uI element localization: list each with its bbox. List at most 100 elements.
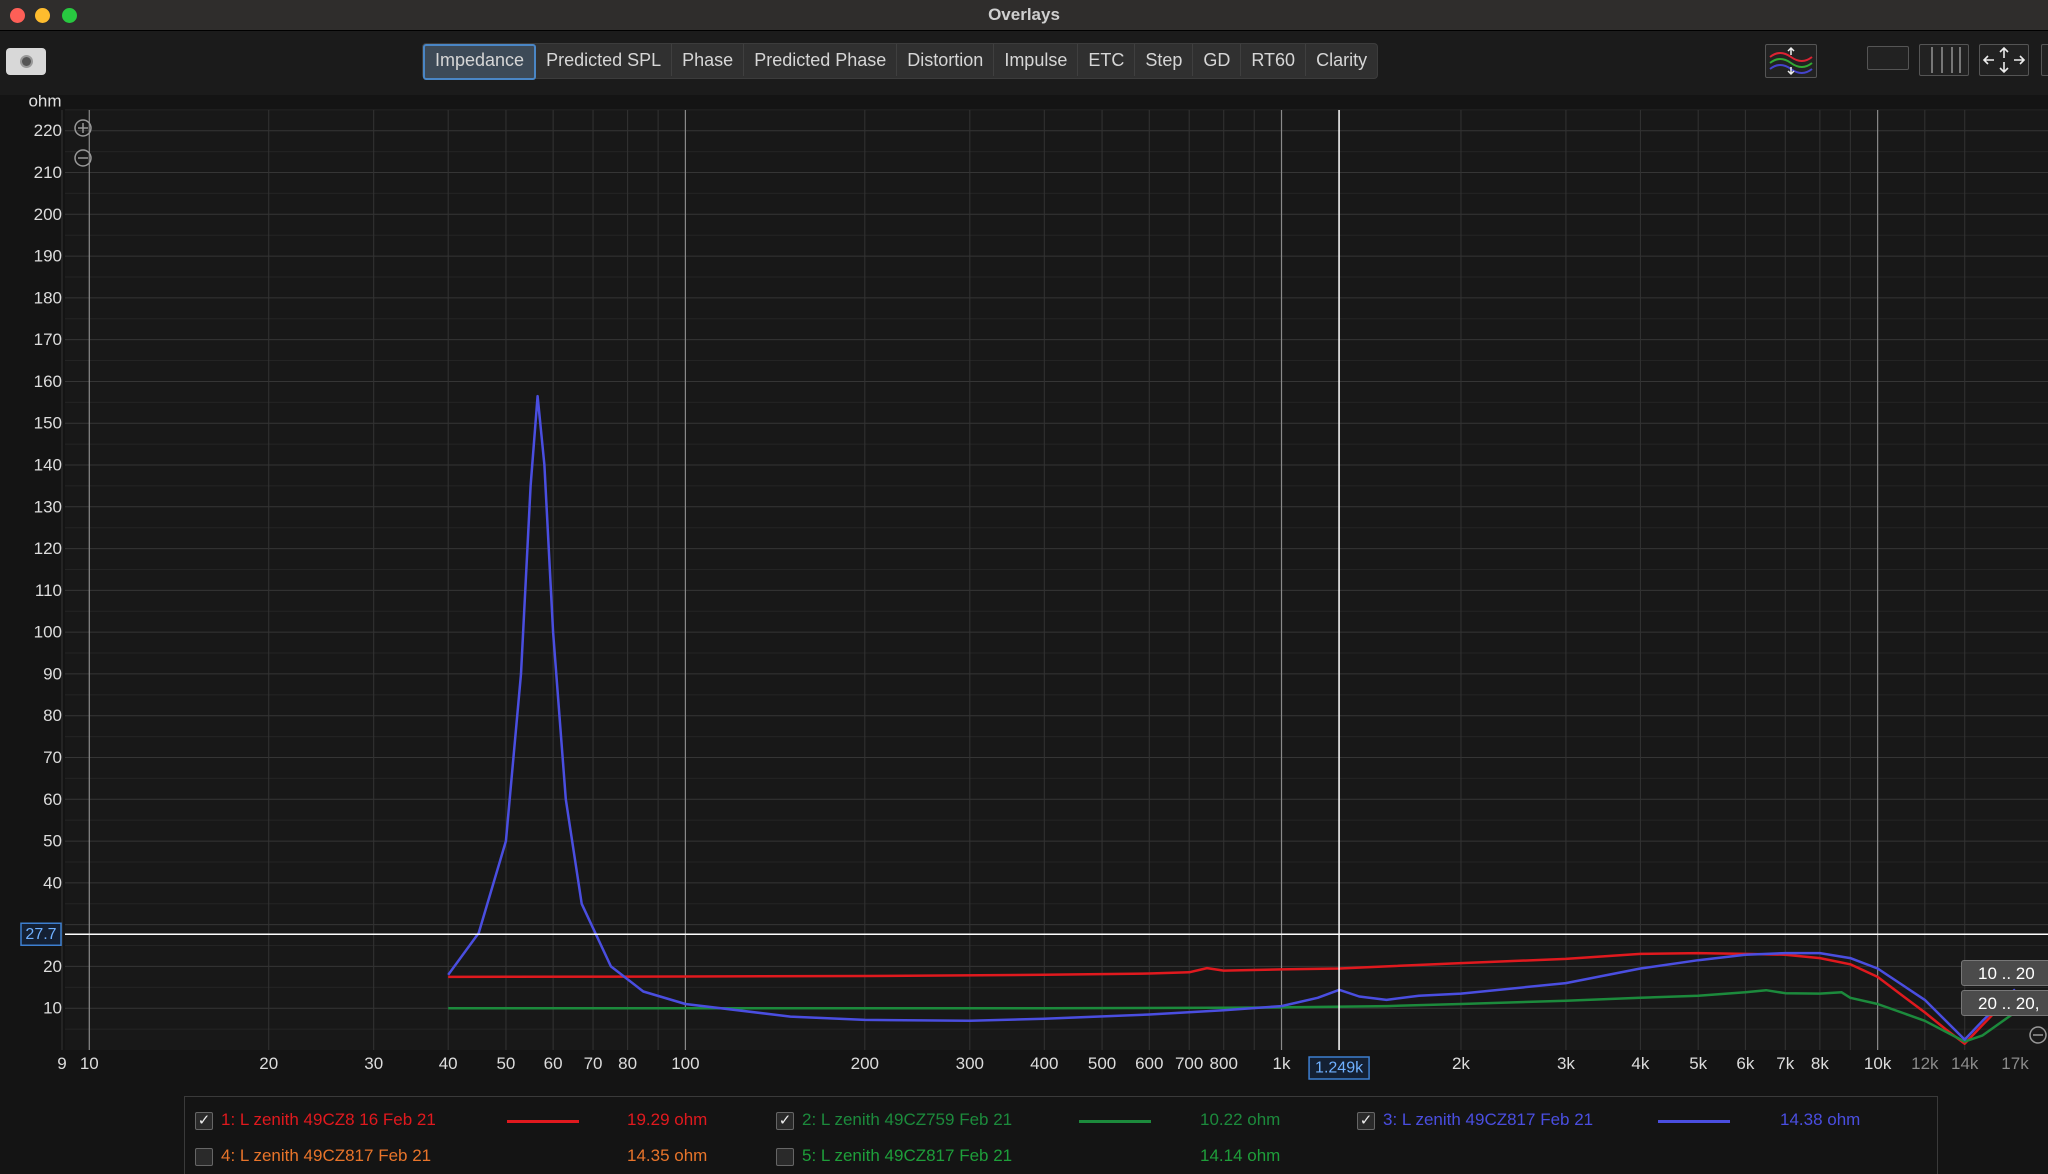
series-3-readout: 14.38 ohm — [1780, 1110, 1861, 1129]
cursor-y-readout: 27.7 — [25, 926, 56, 943]
tab-predicted-spl[interactable]: Predicted SPL — [536, 44, 673, 76]
x-tick-label: 3k — [1557, 1054, 1575, 1073]
x-tick-label: 20 — [259, 1054, 278, 1073]
y-tick-label: 150 — [34, 414, 62, 433]
x-tick-label: 2k — [1452, 1054, 1470, 1073]
series-2-checkbox[interactable]: ✓ — [776, 1112, 794, 1130]
y-tick-label: 160 — [34, 372, 62, 391]
tab-distortion[interactable]: Distortion — [897, 44, 995, 76]
legend-entry-4[interactable]: 4: L zenith 49CZ817 Feb 21 14.35 ohm — [195, 1144, 755, 1170]
y-tick-label: 60 — [43, 790, 62, 809]
x-tick-label: 9 — [57, 1054, 66, 1073]
x-tick-label: 1k — [1273, 1054, 1291, 1073]
y-tick-label: 80 — [43, 706, 62, 725]
x-tick-label: 50 — [496, 1054, 515, 1073]
plot-area — [65, 110, 2048, 1050]
tab-rt60[interactable]: RT60 — [1241, 44, 1307, 76]
x-tick-label: 200 — [851, 1054, 879, 1073]
x-tick-label: 17k — [2001, 1054, 2029, 1073]
x-tick-label: 30 — [364, 1054, 383, 1073]
series-5-name: 5: L zenith 49CZ817 Feb 21 — [802, 1146, 1013, 1165]
toolbar: Impedance Predicted SPL Phase Predicted … — [0, 31, 2048, 95]
x-tick-label: 80 — [618, 1054, 637, 1073]
overlay-controls-icon[interactable] — [1765, 44, 1817, 78]
legend-entry-2[interactable]: ✓ 2: L zenith 49CZ759 Feb 21 10.22 ohm — [776, 1108, 1336, 1134]
x-tick-label: 400 — [1030, 1054, 1058, 1073]
x-tick-label: 600 — [1135, 1054, 1163, 1073]
y-tick-label: 140 — [34, 456, 62, 475]
range-button-10-20[interactable]: 10 .. 20 — [1961, 960, 2048, 986]
series-4-name: 4: L zenith 49CZ817 Feb 21 — [221, 1146, 432, 1165]
panel-toggle-icon[interactable] — [2041, 44, 2048, 76]
fit-axes-icon[interactable] — [1979, 44, 2029, 76]
x-tick-label: 100 — [671, 1054, 699, 1073]
series-1-name: 1: L zenith 49CZ8 16 Feb 21 — [221, 1110, 436, 1129]
series-3-swatch — [1658, 1120, 1730, 1123]
multi-graph-layout-icon[interactable] — [1919, 44, 1969, 76]
range-button-20-20k[interactable]: 20 .. 20, — [1961, 990, 2048, 1016]
y-tick-label: 20 — [43, 957, 62, 976]
x-tick-label: 40 — [439, 1054, 458, 1073]
x-tick-label: 12k — [1911, 1054, 1939, 1073]
x-tick-label: 7k — [1776, 1054, 1794, 1073]
x-tick-label: 500 — [1088, 1054, 1116, 1073]
series-2-readout: 10.22 ohm — [1200, 1110, 1281, 1129]
series-1-swatch — [507, 1120, 579, 1123]
title-bar: Overlays — [0, 0, 2048, 31]
y-tick-label: 220 — [34, 121, 62, 140]
single-graph-layout-icon[interactable] — [1867, 46, 1909, 70]
tab-clarity[interactable]: Clarity — [1306, 44, 1377, 76]
tab-step[interactable]: Step — [1135, 44, 1194, 76]
series-4-readout: 14.35 ohm — [627, 1146, 708, 1165]
x-tick-label: 5k — [1689, 1054, 1707, 1073]
series-2-name: 2: L zenith 49CZ759 Feb 21 — [802, 1110, 1013, 1129]
tab-gd[interactable]: GD — [1193, 44, 1242, 76]
cursor-x-readout: 1.249k — [1315, 1060, 1364, 1077]
series-5-readout: 14.14 ohm — [1200, 1146, 1281, 1165]
y-axis-unit-label: ohm — [28, 95, 61, 111]
y-tick-label: 90 — [43, 664, 62, 683]
x-tick-label: 10k — [1864, 1054, 1892, 1073]
impedance-chart[interactable]: ohm 9 10 20 30 40 50 60 70 80 100 200 300 400 500 600 7… — [0, 95, 2048, 1096]
x-tick-label: 4k — [1631, 1054, 1649, 1073]
y-tick-label: 170 — [34, 330, 62, 349]
y-tick-label: 110 — [35, 581, 62, 600]
series-4-checkbox[interactable] — [195, 1148, 213, 1166]
legend-entry-5[interactable]: 5: L zenith 49CZ817 Feb 21 14.14 ohm — [776, 1144, 1336, 1170]
x-tick-label: 300 — [956, 1054, 984, 1073]
series-3-name: 3: L zenith 49CZ817 Feb 21 — [1383, 1110, 1594, 1129]
x-tick-label: 8k — [1811, 1054, 1829, 1073]
x-tick-label: 60 — [544, 1054, 563, 1073]
y-tick-label: 70 — [43, 748, 62, 767]
x-tick-label: 6k — [1736, 1054, 1754, 1073]
series-5-checkbox[interactable] — [776, 1148, 794, 1166]
camera-icon[interactable] — [6, 48, 46, 75]
x-tick-label: 700 — [1175, 1054, 1203, 1073]
y-tick-label: 190 — [34, 247, 62, 266]
y-tick-label: 40 — [43, 873, 62, 892]
tab-predicted-phase[interactable]: Predicted Phase — [744, 44, 898, 76]
y-tick-label: 130 — [34, 497, 62, 516]
series-1-readout: 19.29 ohm — [627, 1110, 708, 1129]
y-tick-label: 180 — [34, 288, 62, 307]
tab-etc[interactable]: ETC — [1078, 44, 1136, 76]
series-3-checkbox[interactable]: ✓ — [1357, 1112, 1375, 1130]
window-title: Overlays — [988, 5, 1060, 24]
tab-impulse[interactable]: Impulse — [994, 44, 1079, 76]
legend-entry-1[interactable]: ✓ 1: L zenith 49CZ8 16 Feb 21 19.29 ohm — [195, 1108, 755, 1134]
series-2-swatch — [1079, 1120, 1151, 1123]
y-tick-label: 10 — [43, 999, 62, 1018]
x-tick-label: 14k — [1951, 1054, 1979, 1073]
y-tick-label: 200 — [34, 205, 62, 224]
y-tick-label: 120 — [34, 539, 62, 558]
tab-phase[interactable]: Phase — [672, 44, 745, 76]
tab-impedance[interactable]: Impedance — [423, 44, 537, 80]
graph-tabs: Impedance Predicted SPL Phase Predicted … — [422, 43, 1379, 80]
y-tick-label: 100 — [34, 623, 62, 642]
series-1-checkbox[interactable]: ✓ — [195, 1112, 213, 1130]
x-tick-label: 800 — [1210, 1054, 1238, 1073]
y-tick-label: 50 — [43, 832, 62, 851]
y-tick-label: 210 — [34, 163, 62, 182]
legend-entry-3[interactable]: ✓ 3: L zenith 49CZ817 Feb 21 14.38 ohm — [1357, 1108, 1917, 1134]
legend-panel: ✓ 1: L zenith 49CZ8 16 Feb 21 19.29 ohm … — [184, 1096, 1938, 1174]
